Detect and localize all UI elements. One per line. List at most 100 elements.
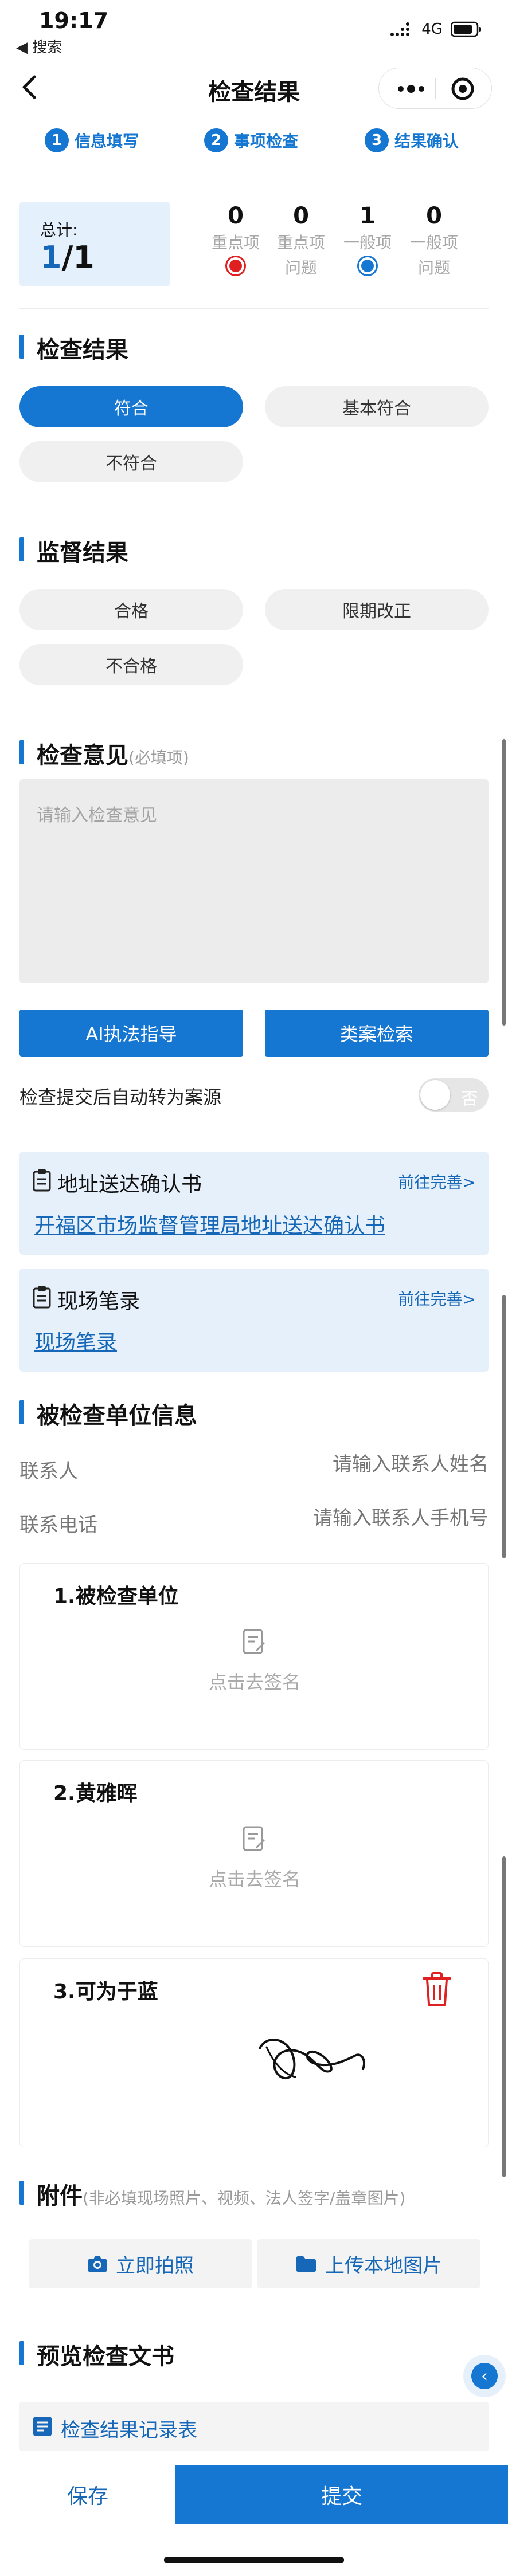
submit-button[interactable]: 提交 — [175, 2465, 508, 2524]
stat-value: 0 — [426, 203, 442, 229]
section-marker — [19, 740, 24, 764]
attachments-hint: (非必填现场照片、视频、法人签字/盖章图片) — [83, 2189, 406, 2208]
step-items: 2 事项检查 — [204, 128, 298, 152]
back-to-app-link[interactable]: ◀ 搜索 — [16, 36, 62, 57]
signature-title: 3.可为于蓝 — [53, 1980, 158, 2004]
status-time: 19:17 — [39, 8, 108, 33]
network-type: 4G — [421, 21, 443, 38]
complete-link[interactable]: 前往完善> — [398, 1170, 476, 1193]
scrollbar-thumb[interactable] — [502, 739, 506, 1026]
section-marker — [19, 2341, 24, 2365]
folder-icon — [296, 2256, 316, 2272]
stat-value: 0 — [228, 203, 244, 229]
red-dot-icon — [225, 256, 246, 276]
status-indicators: 4G — [389, 21, 482, 38]
capsule-divider — [435, 78, 436, 99]
scrollbar-thumb[interactable] — [502, 1856, 506, 2177]
trash-icon[interactable] — [421, 1972, 452, 2007]
doc-title: 地址送达确认书 — [57, 1173, 202, 1196]
signature-card[interactable]: 1.被检查单位 点击去签名 — [19, 1563, 489, 1750]
step-label: 结果确认 — [394, 132, 459, 151]
stat-value: 1 — [359, 203, 376, 229]
take-photo-button[interactable]: 立即拍照 — [29, 2239, 252, 2288]
doc-link[interactable]: 开福区市场监督管理局地址送达确认书 — [34, 1209, 385, 1239]
contact-name-input[interactable] — [248, 1453, 489, 1476]
section-marker — [19, 537, 24, 561]
option-rectify-deadline[interactable]: 限期改正 — [265, 589, 489, 630]
total-summary-box: 总计: 1/1 — [19, 202, 170, 286]
total-current: 1 — [40, 239, 62, 276]
complete-link[interactable]: 前往完善> — [398, 1287, 476, 1310]
option-unqualified[interactable]: 不合格 — [19, 644, 243, 685]
opinion-textarea[interactable]: 请输入检查意见 — [19, 779, 489, 983]
section-marker — [19, 1400, 24, 1424]
take-photo-label: 立即拍照 — [116, 2254, 194, 2277]
unit-info-title: 被检查单位信息 — [37, 1403, 197, 1429]
divider — [19, 308, 489, 309]
signature-card-signed[interactable]: 3.可为于蓝 — [19, 1958, 489, 2147]
stat-general-problems: 0 一般项问题 — [408, 202, 460, 281]
section-marker — [19, 2181, 24, 2205]
tap-to-sign: 点击去签名 — [208, 1868, 300, 1890]
preview-title: 预览检查文书 — [37, 2343, 174, 2370]
preview-document-name: 检查结果记录表 — [61, 2419, 197, 2442]
step-number: 3 — [365, 128, 389, 152]
total-value: 1/1 — [40, 239, 95, 276]
clipboard-icon — [33, 1286, 51, 1309]
stat-label: 重点项问题 — [276, 233, 325, 277]
total-count: /1 — [61, 239, 95, 276]
contact-phone-input[interactable] — [248, 1507, 489, 1530]
save-button[interactable]: 保存 — [0, 2465, 175, 2524]
case-search-button[interactable]: 类案检索 — [265, 1010, 489, 1057]
signal-icon — [390, 22, 410, 36]
ai-guide-button[interactable]: AI执法指导 — [19, 1010, 243, 1057]
option-not-conform[interactable]: 不符合 — [19, 441, 243, 482]
opinion-title: 检查意见(必填项) — [37, 737, 189, 770]
step-confirm: 3 结果确认 — [365, 128, 459, 152]
stat-label: 一般项问题 — [409, 233, 458, 277]
signature-card[interactable]: 2.黄雅晖 点击去签名 — [19, 1760, 489, 1947]
onsite-record-card: 现场笔录 前往完善> 现场笔录 — [19, 1269, 489, 1372]
attachments-title: 附件(非必填现场照片、视频、法人签字/盖章图片) — [37, 2177, 405, 2210]
signature-title: 1.被检查单位 — [53, 1585, 179, 1608]
address-confirm-card: 地址送达确认书 前往完善> 开福区市场监督管理局地址送达确认书 — [19, 1152, 489, 1255]
option-qualified[interactable]: 合格 — [19, 589, 243, 630]
close-target-icon[interactable] — [450, 76, 475, 101]
required-hint: (必填项) — [128, 748, 189, 767]
blue-dot-icon — [357, 256, 378, 276]
scrollbar-thumb[interactable] — [502, 1295, 506, 1558]
auto-case-label: 检查提交后自动转为案源 — [19, 1086, 222, 1108]
option-conform[interactable]: 符合 — [19, 386, 243, 427]
toggle-knob — [420, 1080, 450, 1110]
contact-label: 联系人 — [19, 1460, 78, 1483]
chevron-left-icon: ‹ — [471, 2363, 498, 2389]
step-number: 1 — [45, 128, 69, 152]
opinion-title-text: 检查意见 — [37, 743, 128, 769]
auto-case-toggle[interactable]: 否 — [419, 1078, 489, 1112]
handwritten-signature — [259, 2039, 366, 2079]
document-list-icon — [33, 2417, 52, 2436]
upload-image-button[interactable]: 上传本地图片 — [257, 2239, 480, 2288]
home-indicator — [164, 2557, 344, 2563]
step-label: 事项检查 — [234, 132, 299, 151]
camera-icon — [88, 2256, 107, 2272]
doc-link[interactable]: 现场笔录 — [34, 1326, 117, 1356]
upload-label: 上传本地图片 — [325, 2254, 442, 2277]
floating-collapse-button[interactable]: ‹ — [463, 2355, 506, 2397]
step-label: 信息填写 — [75, 132, 139, 151]
stat-value: 0 — [293, 203, 309, 229]
toggle-text: 否 — [461, 1089, 478, 1109]
option-basic-conform[interactable]: 基本符合 — [265, 386, 489, 427]
stat-label: 一般项 — [343, 233, 392, 252]
mini-program-capsule — [378, 68, 492, 109]
inspection-result-title: 检查结果 — [37, 337, 128, 363]
more-icon[interactable] — [395, 81, 427, 97]
stat-general-items: 1 一般项 — [342, 202, 393, 276]
total-label: 总计: — [40, 221, 78, 239]
phone-label: 联系电话 — [19, 1514, 97, 1537]
stat-label: 重点项 — [211, 233, 260, 252]
preview-document-row[interactable]: 检查结果记录表 — [19, 2402, 489, 2451]
tap-to-sign: 点击去签名 — [208, 1671, 300, 1693]
supervision-result-title: 监督结果 — [37, 540, 128, 566]
clipboard-icon — [33, 1169, 51, 1192]
